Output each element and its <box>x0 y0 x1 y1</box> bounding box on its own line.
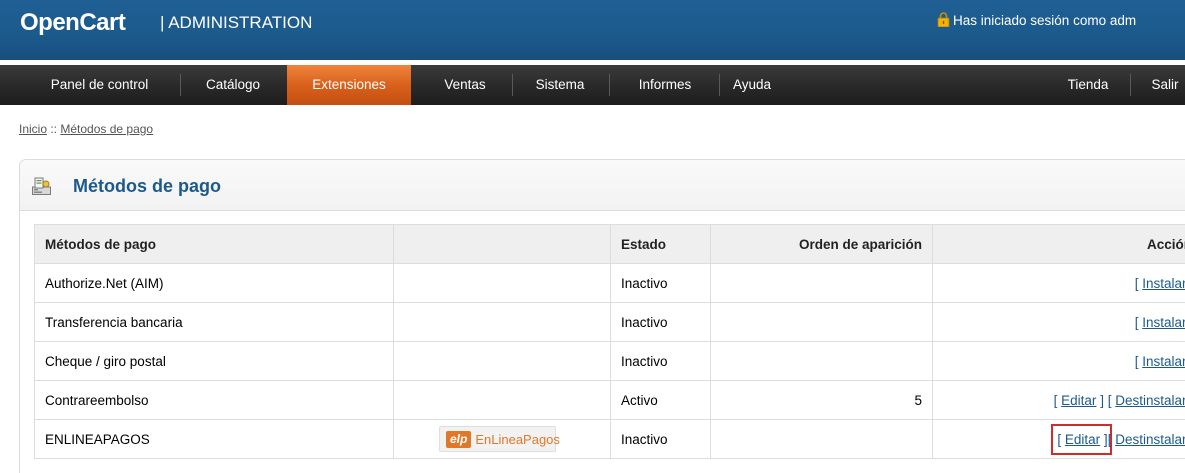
uninstall-link[interactable]: Destinstalar <box>1115 393 1185 408</box>
payment-method-actions: [ Editar ] [ Destinstalar ] <box>932 380 1185 420</box>
column-header-logo <box>393 224 611 264</box>
main-menu: Panel de control Catálogo Extensiones Ve… <box>0 65 1185 105</box>
menu-item-panel-de-control[interactable]: Panel de control <box>22 65 177 105</box>
payment-method-status: Inactivo <box>610 419 711 459</box>
table-row: Transferencia bancaria Inactivo [ Instal… <box>34 302 1185 342</box>
menu-divider <box>1130 74 1131 96</box>
payment-method-sort-order <box>710 263 933 303</box>
elp-logo-text: EnLineaPagos <box>475 431 560 447</box>
login-text: Has iniciado sesión como adm <box>953 13 1137 28</box>
payment-method-name: Cheque / giro postal <box>34 341 394 381</box>
payment-method-sort-order: 5 <box>710 380 933 420</box>
payment-method-status: Inactivo <box>610 302 711 342</box>
install-link[interactable]: Instalar <box>1142 354 1185 369</box>
menu-item-tienda[interactable]: Tienda <box>1048 65 1128 105</box>
menu-divider <box>180 74 181 96</box>
payment-method-status: Inactivo <box>610 341 711 381</box>
payment-method-sort-order <box>710 341 933 381</box>
install-link[interactable]: Instalar <box>1142 276 1185 291</box>
column-header-sort-order[interactable]: Orden de aparición <box>710 224 933 264</box>
install-link[interactable]: Instalar <box>1142 315 1185 330</box>
breadcrumb-current-link[interactable]: Métodos de pago <box>60 122 153 136</box>
payment-icon <box>32 177 51 195</box>
opencart-logo[interactable]: OpenCart <box>20 9 126 37</box>
payment-method-actions: [ Instalar ] <box>932 263 1185 303</box>
edit-link[interactable]: Editar <box>1061 393 1096 408</box>
payment-method-logo-cell: elp EnLineaPagos <box>393 419 611 459</box>
highlighted-edit-action: [ Editar ] <box>1051 423 1112 455</box>
table-row: ENLINEAPAGOS elp EnLineaPagos Inactivo [… <box>34 419 1185 459</box>
lock-icon <box>937 12 950 27</box>
breadcrumb-separator: :: <box>47 122 61 136</box>
menu-item-catalogo[interactable]: Catálogo <box>184 65 282 105</box>
payment-method-actions: [ Instalar ] <box>932 341 1185 381</box>
payment-method-sort-order <box>710 419 933 459</box>
table-row: Cheque / giro postal Inactivo [ Instalar… <box>34 341 1185 381</box>
payment-methods-table: Métodos de pago Estado Orden de aparició… <box>34 224 1185 459</box>
menu-divider <box>512 74 513 96</box>
menu-item-ventas[interactable]: Ventas <box>420 65 510 105</box>
payment-method-logo-cell <box>393 302 611 342</box>
box-title: Métodos de pago <box>73 176 221 196</box>
menu-item-extensiones[interactable]: Extensiones <box>287 65 411 105</box>
edit-link[interactable]: Editar <box>1065 432 1100 447</box>
menu-divider <box>719 74 720 96</box>
column-header-status[interactable]: Estado <box>610 224 711 264</box>
enlineapagos-logo: elp EnLineaPagos <box>439 426 560 452</box>
payment-method-actions: [ Editar ][ Destinstalar ] <box>932 419 1185 459</box>
payment-methods-box: Métodos de pago Métodos de pago Estado O… <box>19 159 1185 473</box>
table-header-row: Métodos de pago Estado Orden de aparició… <box>34 224 1185 264</box>
payment-method-sort-order <box>710 302 933 342</box>
column-header-action: Acción <box>932 224 1185 264</box>
payment-method-actions: [ Instalar ] <box>932 302 1185 342</box>
payment-method-name: Authorize.Net (AIM) <box>34 263 394 303</box>
payment-method-logo-cell <box>393 380 611 420</box>
column-header-method[interactable]: Métodos de pago <box>34 224 394 264</box>
table-row: Contrareembolso Activo 5 [ Editar ] [ De… <box>34 380 1185 420</box>
payment-method-logo-cell <box>393 341 611 381</box>
menu-item-salir[interactable]: Salir <box>1135 65 1185 105</box>
payment-method-status: Inactivo <box>610 263 711 303</box>
header-bar: OpenCart | ADMINISTRATION Has iniciado s… <box>0 0 1185 60</box>
logo-subtitle: | ADMINISTRATION <box>160 13 313 32</box>
login-status: Has iniciado sesión como adm <box>937 12 1136 28</box>
uninstall-link[interactable]: Destinstalar <box>1115 432 1185 447</box>
payment-method-logo-cell <box>393 263 611 303</box>
breadcrumb-home-link[interactable]: Inicio <box>19 122 47 136</box>
menu-item-sistema[interactable]: Sistema <box>515 65 605 105</box>
payment-method-name: ENLINEAPAGOS <box>34 419 394 459</box>
payment-method-name: Contrareembolso <box>34 380 394 420</box>
elp-logo-mark: elp <box>446 430 472 448</box>
payment-method-name: Transferencia bancaria <box>34 302 394 342</box>
menu-divider <box>609 74 610 96</box>
menu-item-informes[interactable]: Informes <box>613 65 717 105</box>
box-heading: Métodos de pago <box>20 160 1185 211</box>
payment-method-status: Activo <box>610 380 711 420</box>
menu-item-ayuda[interactable]: Ayuda <box>724 65 780 105</box>
table-row: Authorize.Net (AIM) Inactivo [ Instalar … <box>34 263 1185 303</box>
breadcrumb: Inicio :: Métodos de pago <box>19 122 153 136</box>
